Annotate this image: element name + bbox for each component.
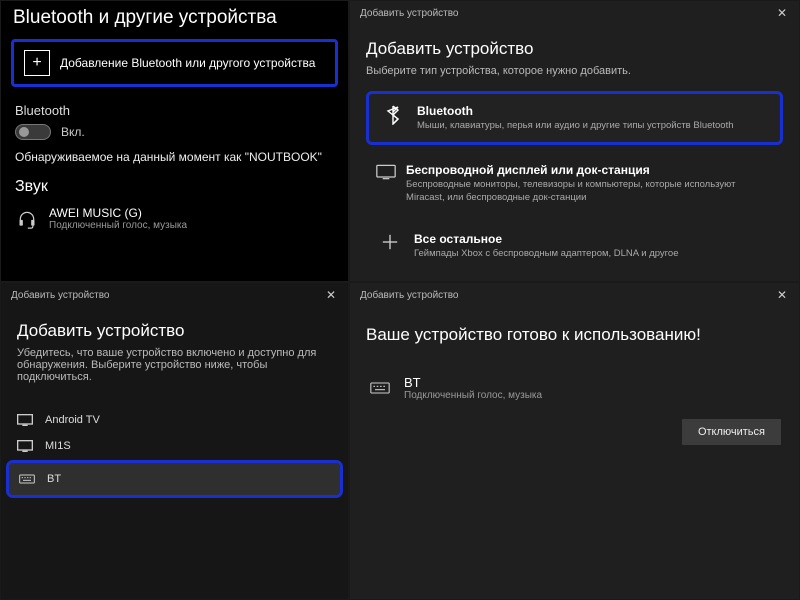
device-name: Android TV [45,414,100,426]
device-type-other[interactable]: Все остальное Геймпады Xbox с беспроводн… [366,222,783,270]
display-icon [15,440,35,452]
dialog-titlebar: Добавить устройство ✕ [350,283,799,307]
add-device-label: Добавление Bluetooth или другого устройс… [60,56,315,70]
discovered-device-bt[interactable]: BT [9,463,340,495]
add-device-type-dialog: Добавить устройство ✕ Добавить устройств… [349,0,800,282]
device-status: Подключенный голос, музыка [49,220,187,231]
dialog-window-title: Добавить устройство [11,290,110,301]
settings-bluetooth-panel: Bluetooth и другие устройства + Добавлен… [0,0,349,282]
add-device-button[interactable]: + Добавление Bluetooth или другого устро… [11,39,338,87]
dialog-window-title: Добавить устройство [360,8,459,19]
plus-icon [376,232,404,251]
discoverable-text: Обнаруживаемое на данный момент как "NOU… [1,150,348,178]
dialog-window-title: Добавить устройство [360,290,459,301]
type-title: Bluetooth [417,104,734,118]
page-title: Bluetooth и другие устройства [1,1,348,39]
device-name: AWEI MUSIC (G) [49,206,187,220]
close-icon[interactable]: ✕ [771,4,793,22]
discovered-device-androidtv[interactable]: Android TV [1,407,348,433]
display-icon [376,163,396,180]
dialog-subtext: Убедитесь, что ваше устройство включено … [17,347,332,391]
headset-icon [15,209,39,229]
display-icon [15,414,35,426]
plus-icon: + [24,50,50,76]
close-icon[interactable]: ✕ [320,286,342,304]
bluetooth-section-label: Bluetooth [1,101,348,124]
device-name: BT [47,473,61,485]
type-desc: Беспроводные мониторы, телевизоры и комп… [406,179,773,204]
device-status: Подключенный голос, музыка [404,390,542,401]
type-desc: Геймпады Xbox с беспроводным адаптером, … [414,248,679,260]
device-name: MI1S [45,440,71,452]
keyboard-icon [17,474,37,484]
close-icon[interactable]: ✕ [771,286,793,304]
toggle-knob [19,127,29,137]
audio-device-row[interactable]: AWEI MUSIC (G) Подключенный голос, музык… [1,202,348,235]
dialog-titlebar: Добавить устройство ✕ [350,1,799,25]
discover-devices-dialog: Добавить устройство ✕ Добавить устройств… [0,282,349,600]
discovered-device-mi1s[interactable]: MI1S [1,433,348,459]
device-type-bluetooth[interactable]: Bluetooth Мыши, клавиатуры, перья или ау… [366,91,783,145]
dialog-heading: Добавить устройство [366,35,783,65]
device-name: BT [404,375,542,390]
dialog-subtext: Выберите тип устройства, которое нужно д… [366,65,783,91]
ready-heading: Ваше устройство готово к использованию! [350,307,799,369]
dialog-titlebar: Добавить устройство ✕ [1,283,348,307]
type-title: Все остальное [414,232,679,246]
toggle-state-label: Вкл. [61,125,85,139]
type-title: Беспроводной дисплей или док-станция [406,163,773,177]
device-ready-dialog: Добавить устройство ✕ Ваше устройство го… [349,282,800,600]
bluetooth-toggle[interactable] [15,124,51,140]
type-desc: Мыши, клавиатуры, перья или аудио и друг… [417,120,734,132]
bluetooth-icon [379,104,407,125]
disconnect-button[interactable]: Отключиться [682,419,781,445]
device-type-wireless-display[interactable]: Беспроводной дисплей или док-станция Бес… [366,153,783,214]
dialog-heading: Добавить устройство [17,317,332,347]
connected-device-row: BT Подключенный голос, музыка [350,369,799,407]
keyboard-icon [368,382,392,394]
sound-heading: Звук [1,178,348,202]
